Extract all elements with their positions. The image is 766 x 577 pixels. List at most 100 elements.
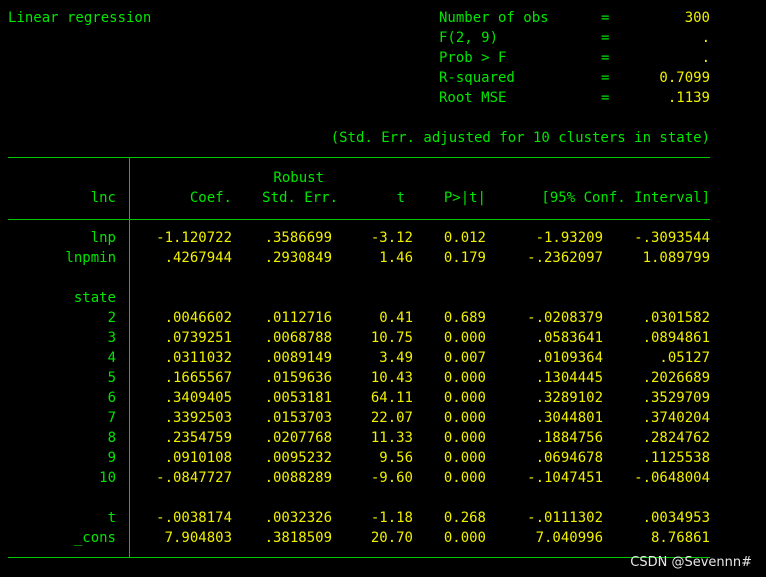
cell-coef: .1665567 bbox=[164, 370, 232, 386]
cell-p: 0.000 bbox=[443, 410, 486, 426]
cell-lo: -.0111302 bbox=[527, 510, 603, 526]
stat-eq: = bbox=[601, 30, 610, 46]
cell-coef: .4267944 bbox=[164, 250, 232, 266]
cell-t: 20.70 bbox=[370, 530, 413, 546]
cell-p: 0.000 bbox=[443, 470, 486, 486]
cell-coef: .0739251 bbox=[164, 330, 232, 346]
stat-label: F(2, 9) bbox=[439, 30, 499, 46]
cell-hi: 1.089799 bbox=[642, 250, 710, 266]
cell-se: .3818509 bbox=[264, 530, 332, 546]
cell-se: .2930849 bbox=[264, 250, 332, 266]
variable-name: 6 bbox=[107, 390, 116, 406]
cell-coef: -.0847727 bbox=[156, 470, 232, 486]
cell-coef: -.0038174 bbox=[156, 510, 232, 526]
variable-name: lnpmin bbox=[65, 250, 116, 266]
cell-se: .0089149 bbox=[264, 350, 332, 366]
cell-se: .0207768 bbox=[264, 430, 332, 446]
cell-t: -3.12 bbox=[370, 230, 413, 246]
variable-name: _cons bbox=[73, 530, 116, 546]
regression-title: Linear regression bbox=[8, 10, 152, 26]
cell-coef: .0046602 bbox=[164, 310, 232, 326]
cell-lo: -.1047451 bbox=[527, 470, 603, 486]
variable-name: 10 bbox=[99, 470, 116, 486]
cell-hi: .0894861 bbox=[642, 330, 710, 346]
robust-header: Robust bbox=[273, 170, 324, 186]
cluster-note: (Std. Err. adjusted for 10 clusters in s… bbox=[330, 130, 710, 146]
cell-se: .3586699 bbox=[264, 230, 332, 246]
stat-value: . bbox=[701, 30, 710, 46]
column-divider bbox=[129, 157, 130, 558]
cell-t: -9.60 bbox=[370, 470, 413, 486]
table-bottom-rule bbox=[8, 557, 710, 558]
cell-se: .0153703 bbox=[264, 410, 332, 426]
cell-lo: 7.040996 bbox=[535, 530, 603, 546]
cell-p: 0.268 bbox=[443, 510, 486, 526]
variable-name: lnp bbox=[90, 230, 116, 246]
cell-p: 0.689 bbox=[443, 310, 486, 326]
cell-t: 10.75 bbox=[370, 330, 413, 346]
cell-p: 0.007 bbox=[443, 350, 486, 366]
cell-se: .0095232 bbox=[264, 450, 332, 466]
cell-coef: .0910108 bbox=[164, 450, 232, 466]
cell-lo: -1.93209 bbox=[535, 230, 603, 246]
stat-value: 0.7099 bbox=[659, 70, 710, 86]
variable-name: 3 bbox=[107, 330, 116, 346]
t-header: t bbox=[396, 190, 405, 206]
variable-name: state bbox=[73, 290, 116, 306]
variable-name: 9 bbox=[107, 450, 116, 466]
cell-hi: 8.76861 bbox=[650, 530, 710, 546]
cell-p: 0.000 bbox=[443, 390, 486, 406]
cell-t: 64.11 bbox=[370, 390, 413, 406]
cell-p: 0.000 bbox=[443, 330, 486, 346]
stat-value: .1139 bbox=[667, 90, 710, 106]
variable-name: 7 bbox=[107, 410, 116, 426]
cell-se: .0053181 bbox=[264, 390, 332, 406]
cell-lo: -.2362097 bbox=[527, 250, 603, 266]
stat-eq: = bbox=[601, 50, 610, 66]
cell-t: 11.33 bbox=[370, 430, 413, 446]
cell-se: .0112716 bbox=[264, 310, 332, 326]
table-top-rule bbox=[8, 157, 710, 158]
cell-se: .0088289 bbox=[264, 470, 332, 486]
cell-t: 3.49 bbox=[379, 350, 413, 366]
variable-name: 8 bbox=[107, 430, 116, 446]
p-header: P>|t| bbox=[443, 190, 486, 206]
variable-name: 2 bbox=[107, 310, 116, 326]
stat-label: R-squared bbox=[439, 70, 515, 86]
cell-lo: .3289102 bbox=[535, 390, 603, 406]
cell-lo: .1304445 bbox=[535, 370, 603, 386]
ci-header: [95% Conf. Interval] bbox=[541, 190, 710, 206]
variable-name: 4 bbox=[107, 350, 116, 366]
cell-hi: .05127 bbox=[659, 350, 710, 366]
cell-lo: .1884756 bbox=[535, 430, 603, 446]
stat-eq: = bbox=[601, 70, 610, 86]
cell-p: 0.000 bbox=[443, 530, 486, 546]
cell-hi: -.0648004 bbox=[634, 470, 710, 486]
stat-label: Root MSE bbox=[439, 90, 507, 106]
cell-lo: .3044801 bbox=[535, 410, 603, 426]
se-header: Std. Err. bbox=[262, 190, 338, 206]
cell-p: 0.000 bbox=[443, 430, 486, 446]
stat-value: 300 bbox=[684, 10, 710, 26]
cell-t: 22.07 bbox=[370, 410, 413, 426]
cell-hi: .2026689 bbox=[642, 370, 710, 386]
cell-t: 9.56 bbox=[379, 450, 413, 466]
cell-hi: .0034953 bbox=[642, 510, 710, 526]
cell-t: 1.46 bbox=[379, 250, 413, 266]
cell-hi: .3740204 bbox=[642, 410, 710, 426]
stat-eq: = bbox=[601, 90, 610, 106]
cell-coef: .0311032 bbox=[164, 350, 232, 366]
stat-eq: = bbox=[601, 10, 610, 26]
variable-name: 5 bbox=[107, 370, 116, 386]
cell-coef: 7.904803 bbox=[164, 530, 232, 546]
cell-lo: -.0208379 bbox=[527, 310, 603, 326]
header-rule bbox=[8, 219, 710, 220]
cell-p: 0.179 bbox=[443, 250, 486, 266]
cell-p: 0.000 bbox=[443, 370, 486, 386]
cell-coef: .3392503 bbox=[164, 410, 232, 426]
depvar-header: lnc bbox=[90, 190, 116, 206]
cell-coef: .2354759 bbox=[164, 430, 232, 446]
cell-hi: .0301582 bbox=[642, 310, 710, 326]
stat-label: Prob > F bbox=[439, 50, 507, 66]
cell-hi: -.3093544 bbox=[634, 230, 710, 246]
